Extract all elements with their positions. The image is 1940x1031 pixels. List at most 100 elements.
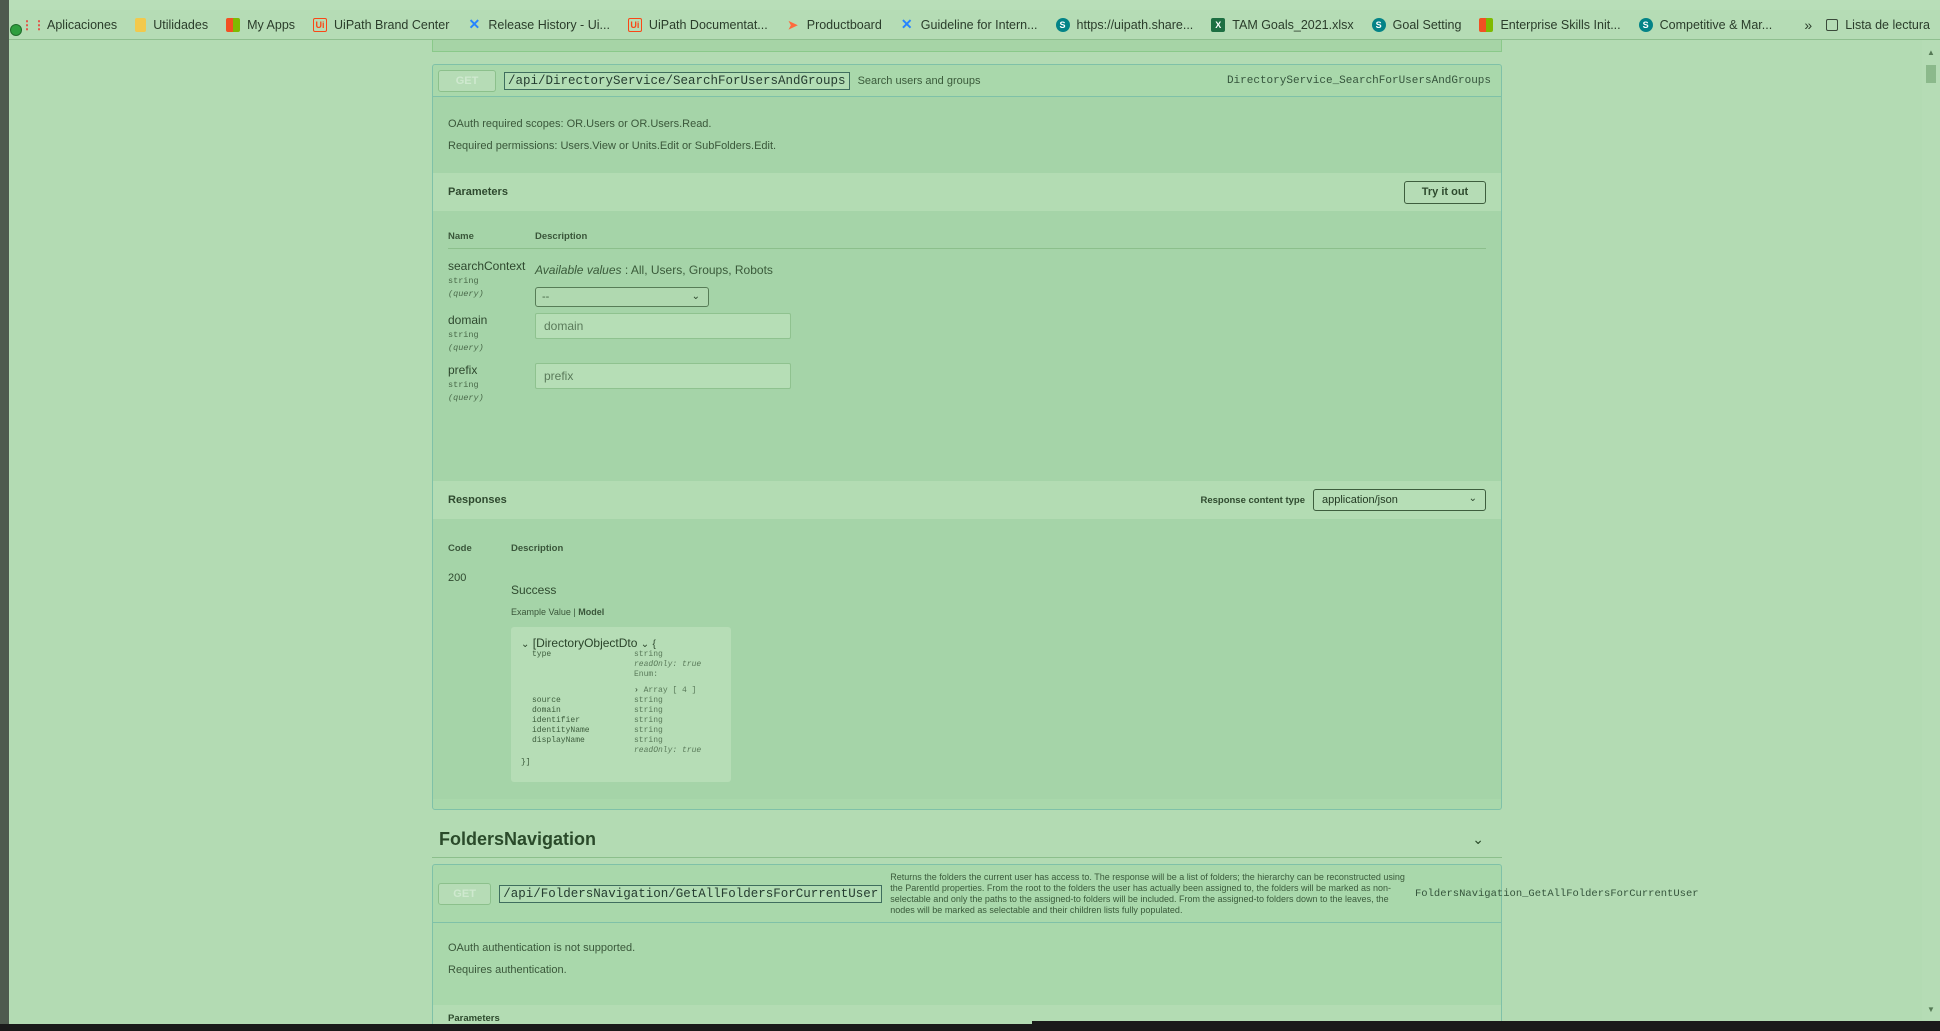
- opblock-path[interactable]: /api/FoldersNavigation/GetAllFoldersForC…: [499, 884, 883, 903]
- bookmark-label: Goal Setting: [1392, 17, 1462, 32]
- scroll-thumb[interactable]: [1926, 65, 1936, 83]
- chevron-down-icon: ⌄: [691, 291, 700, 302]
- response-description: Success: [511, 583, 557, 597]
- col-name: Name: [448, 231, 474, 242]
- auth-text-line2: Requires authentication.: [448, 964, 567, 976]
- field-value: string: [634, 736, 663, 745]
- browser-top-strip: [9, 0, 1940, 10]
- status-dot-icon: [10, 24, 22, 36]
- responses-header: Responses Response content type applicat…: [433, 481, 1501, 519]
- bookmark-enterprise-skills[interactable]: Enterprise Skills Init...: [1479, 17, 1621, 32]
- uipath-icon: Ui: [313, 17, 328, 32]
- field-enum: Enum:: [634, 670, 659, 679]
- param-in: (query): [448, 289, 484, 299]
- response-content-type-select[interactable]: application/json ⌄: [1313, 489, 1486, 511]
- model-field-type: type string: [521, 650, 721, 660]
- param-type: string: [448, 380, 479, 390]
- try-it-out-button[interactable]: Try it out: [1404, 180, 1486, 204]
- prefix-input[interactable]: prefix: [535, 363, 791, 389]
- model-title[interactable]: ⌄ [DirectoryObjectDto ⌄ {: [521, 636, 721, 650]
- opblock-operation-id: FoldersNavigation_GetAllFoldersForCurren…: [1415, 887, 1699, 900]
- bookmark-sharepoint[interactable]: S https://uipath.share...: [1055, 17, 1194, 32]
- col-code: Code: [448, 543, 472, 554]
- field-readonly: readOnly: true: [634, 660, 702, 669]
- model-close: }]: [521, 758, 721, 768]
- model-box: ⌄ [DirectoryObjectDto ⌄ { type string re…: [511, 627, 731, 782]
- tab-example-value[interactable]: Example Value: [511, 607, 571, 617]
- scroll-up-icon[interactable]: ▲: [1927, 48, 1935, 57]
- bookmark-label: Release History - Ui...: [488, 17, 610, 32]
- param-in: (query): [448, 343, 484, 353]
- chevron-down-icon: ⌄: [521, 639, 530, 650]
- microsoft-icon: [1479, 17, 1494, 32]
- param-type: string: [448, 330, 479, 340]
- auth-description: OAuth authentication is not supported. R…: [433, 923, 1501, 995]
- confluence-icon: ✕: [900, 16, 913, 32]
- bookmark-productboard[interactable]: ➤ Productboard: [786, 18, 882, 32]
- chevron-down-icon[interactable]: ⌄: [1472, 831, 1484, 848]
- bookmark-label: Competitive & Mar...: [1659, 17, 1773, 32]
- response-code: 200: [448, 572, 467, 584]
- reading-list-button[interactable]: Lista de lectura: [1826, 18, 1930, 32]
- responses-table-header: Code Description: [448, 519, 1486, 554]
- bookmark-aplicaciones[interactable]: ⋮⋮ Aplicaciones: [21, 17, 117, 32]
- model-open-brace: {: [652, 639, 656, 650]
- bookmark-uipath-brand-center[interactable]: Ui UiPath Brand Center: [313, 17, 450, 32]
- bookmark-competitive[interactable]: S Competitive & Mar...: [1638, 17, 1773, 32]
- page-scrollbar[interactable]: ▲ ▼: [1922, 40, 1940, 1020]
- bookmark-goal-setting[interactable]: S Goal Setting: [1371, 17, 1462, 32]
- parameters-table: Name Description searchContext string (q…: [433, 211, 1501, 481]
- bookmark-uipath-documentation[interactable]: Ui UiPath Documentat...: [627, 17, 768, 32]
- bookmarks-overflow-button[interactable]: »: [1804, 17, 1812, 33]
- field-value: string: [634, 706, 663, 715]
- model-field-identityname: identityName string: [521, 726, 721, 736]
- available-values: Available values : All, Users, Groups, R…: [535, 263, 773, 277]
- bookmark-guideline[interactable]: ✕ Guideline for Intern...: [900, 16, 1038, 32]
- tab-model[interactable]: Model: [578, 607, 604, 617]
- chevron-down-icon: ⌄: [1468, 493, 1477, 504]
- bookmark-label: UiPath Brand Center: [334, 17, 450, 32]
- col-description: Description: [511, 543, 564, 554]
- bookmark-label: Utilidades: [153, 17, 209, 32]
- param-name: searchContext: [448, 259, 526, 273]
- tag-header-foldersnavigation[interactable]: FoldersNavigation ⌄: [432, 822, 1502, 858]
- sharepoint-icon: S: [1371, 17, 1386, 32]
- apps-grid-icon: ⋮⋮: [21, 17, 45, 32]
- field-readonly: readOnly: true: [634, 746, 702, 755]
- param-description-col: prefix: [535, 363, 791, 403]
- bookmark-my-apps[interactable]: My Apps: [226, 17, 296, 32]
- opblock-summary-description: Returns the folders the current user has…: [890, 871, 1405, 915]
- opblock-path[interactable]: /api/DirectoryService/SearchForUsersAndG…: [504, 71, 850, 90]
- field-key: source: [532, 696, 561, 705]
- productboard-icon: ➤: [787, 17, 798, 32]
- param-name-col: prefix string (query): [448, 363, 535, 403]
- taskbar-edge-right: [1032, 1021, 1940, 1031]
- searchcontext-select[interactable]: -- ⌄: [535, 287, 709, 307]
- available-values-label: Available values: [535, 263, 622, 277]
- chevron-down-icon: ⌄: [640, 639, 650, 650]
- model-field-source: source string: [521, 696, 721, 706]
- model-field-identifier: identifier string: [521, 716, 721, 726]
- sharepoint-icon: S: [1055, 17, 1070, 32]
- opblock-summary-description: Search users and groups: [857, 74, 981, 87]
- opblock-summary[interactable]: GET /api/DirectoryService/SearchForUsers…: [433, 65, 1501, 97]
- bookmark-label: https://uipath.share...: [1076, 17, 1194, 32]
- select-value: --: [542, 291, 550, 303]
- scroll-down-icon[interactable]: ▼: [1927, 1005, 1935, 1014]
- domain-input[interactable]: domain: [535, 313, 791, 339]
- opblock-summary[interactable]: GET /api/FoldersNavigation/GetAllFolders…: [433, 865, 1699, 923]
- model-field-readonly: readOnly: true: [521, 660, 721, 670]
- method-badge: GET: [438, 69, 496, 92]
- parameters-table-header: Name Description: [448, 211, 1486, 249]
- bookmark-label: My Apps: [247, 17, 296, 32]
- bookmark-utilidades[interactable]: Utilidades: [135, 17, 209, 32]
- folder-icon: [135, 17, 147, 32]
- left-window-edge: [0, 0, 9, 1031]
- parameters-title: Parameters: [448, 186, 508, 198]
- model-field-array[interactable]: › Array [ 4 ]: [521, 686, 721, 696]
- bookmark-tam-goals[interactable]: X TAM Goals_2021.xlsx: [1211, 17, 1354, 32]
- field-key: identityName: [532, 726, 590, 735]
- bookmark-label: Enterprise Skills Init...: [1500, 17, 1621, 32]
- bookmarks-bar: ⋮⋮ Aplicaciones Utilidades My Apps Ui Ui…: [9, 10, 1940, 40]
- bookmark-release-history[interactable]: ✕ Release History - Ui...: [467, 16, 610, 32]
